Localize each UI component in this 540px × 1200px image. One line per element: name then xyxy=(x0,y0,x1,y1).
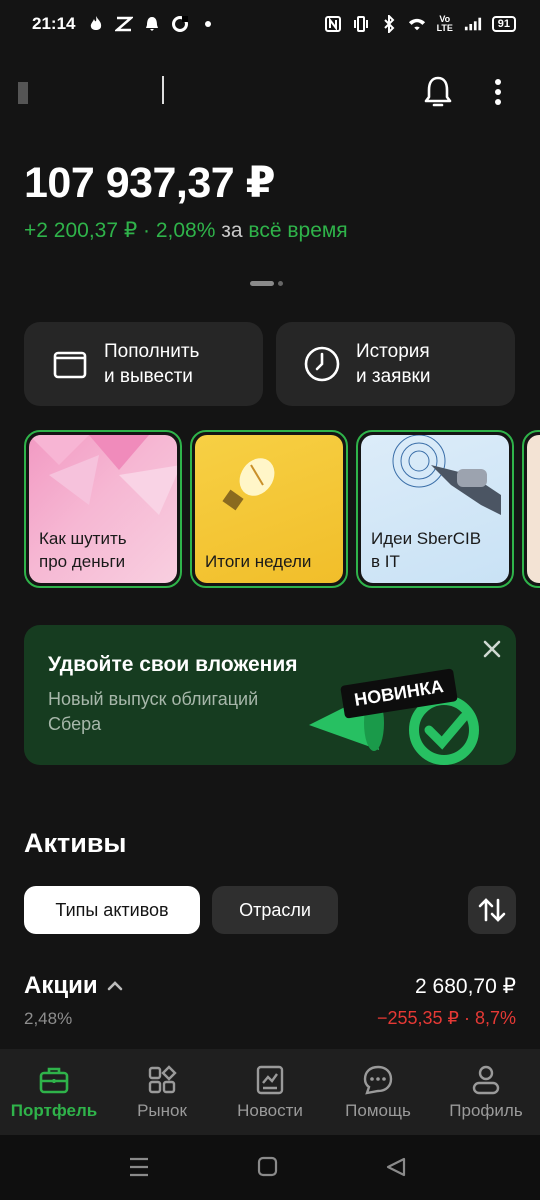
topup-withdraw-button[interactable]: Пополнить и вывести xyxy=(24,322,263,406)
person-icon xyxy=(472,1065,500,1095)
asset-row-stocks[interactable]: Акции xyxy=(24,972,124,1000)
asset-change: −255,35 ₽ · 8,7% xyxy=(376,1008,516,1028)
signal-icon xyxy=(464,15,482,33)
battery-indicator: 91 xyxy=(491,16,516,32)
account-selector-divider xyxy=(162,76,164,104)
chat-icon xyxy=(363,1065,393,1095)
gain-amount: +2 200,37 ₽ · 2,08% xyxy=(24,219,216,242)
system-navigation-bar xyxy=(0,1135,540,1200)
topup-withdraw-label: Пополнить и вывести xyxy=(104,341,200,387)
close-icon[interactable] xyxy=(478,635,506,663)
status-bar: 21:14 Vo LTE 91 xyxy=(0,0,540,48)
promo-banner[interactable]: Удвойте свои вложения Новый выпуск облиг… xyxy=(24,625,516,765)
promo-subtitle: Новый выпуск облигаций Сбера xyxy=(48,689,259,734)
nav-news[interactable]: Новости xyxy=(216,1049,324,1135)
status-time: 21:14 xyxy=(32,14,76,33)
story-card[interactable]: Итоги недели xyxy=(190,430,348,588)
story-title: Итоги недели xyxy=(205,552,312,571)
story-title: Идеи SberCIB в IT xyxy=(371,529,482,571)
home-icon[interactable] xyxy=(257,1156,278,1177)
bell-small-icon xyxy=(143,15,161,33)
story-card[interactable]: Идеи SberCIB в IT xyxy=(356,430,514,588)
wallet-icon xyxy=(50,344,90,384)
portfolio-balance: 107 937,37 ₽ xyxy=(24,159,276,207)
redacted-account-name xyxy=(18,82,28,104)
bluetooth-icon xyxy=(380,15,398,33)
portfolio-gain[interactable]: +2 200,37 ₽ · 2,08% за всё время xyxy=(24,218,348,243)
story-card-partial[interactable] xyxy=(522,430,540,588)
recent-apps-icon[interactable] xyxy=(130,1157,148,1177)
vibrate-icon xyxy=(352,15,370,33)
gain-period-prefix: за xyxy=(221,219,243,242)
ring-icon xyxy=(171,15,189,33)
pager-active-indicator xyxy=(250,281,274,286)
dot-icon xyxy=(199,15,217,33)
asset-value: 2 680,70 ₽ xyxy=(415,975,516,998)
app-icon xyxy=(115,15,134,33)
pager-dot xyxy=(278,281,283,286)
nav-label: Новости xyxy=(237,1101,303,1120)
flame-icon xyxy=(87,15,105,33)
more-options-icon[interactable] xyxy=(484,74,512,110)
story-title: Как шутить про деньги xyxy=(39,529,127,571)
asset-name: Акции xyxy=(24,972,98,999)
briefcase-icon xyxy=(39,1067,69,1094)
nav-label: Профиль xyxy=(449,1101,523,1120)
story-card[interactable]: Как шутить про деньги xyxy=(24,430,182,588)
notifications-bell-icon[interactable] xyxy=(420,74,456,110)
chevron-up-icon xyxy=(106,972,124,1000)
chart-news-icon xyxy=(256,1065,284,1095)
account-selector[interactable] xyxy=(18,74,168,106)
assets-heading: Активы xyxy=(24,828,127,858)
nfc-icon xyxy=(324,15,342,33)
chip-sectors[interactable]: Отрасли xyxy=(212,886,338,934)
history-orders-label: История и заявки xyxy=(356,341,431,387)
nav-portfolio[interactable]: Портфель xyxy=(0,1049,108,1135)
sort-icon[interactable] xyxy=(468,886,516,934)
wifi-icon xyxy=(408,15,426,33)
clock-icon xyxy=(302,344,342,384)
asset-share: 2,48% xyxy=(24,1009,73,1028)
chip-asset-types[interactable]: Типы активов xyxy=(24,886,200,934)
gain-period-link[interactable]: всё время xyxy=(248,219,347,242)
promo-title: Удвойте свои вложения xyxy=(48,653,298,676)
nav-label: Рынок xyxy=(137,1101,187,1120)
nav-label: Портфель xyxy=(10,1101,98,1120)
volte-icon: Vo LTE xyxy=(436,14,453,33)
back-icon[interactable] xyxy=(386,1157,406,1177)
history-orders-button[interactable]: История и заявки xyxy=(276,322,515,406)
grid-icon xyxy=(148,1065,177,1094)
bottom-navigation: Портфель Рынок Новости Помощь Профиль xyxy=(0,1049,540,1135)
nav-label: Помощь xyxy=(345,1101,411,1120)
nav-profile[interactable]: Профиль xyxy=(432,1049,540,1135)
balance-pager xyxy=(250,281,283,286)
nav-help[interactable]: Помощь xyxy=(324,1049,432,1135)
nav-market[interactable]: Рынок xyxy=(108,1049,216,1135)
app-bar xyxy=(0,60,540,120)
